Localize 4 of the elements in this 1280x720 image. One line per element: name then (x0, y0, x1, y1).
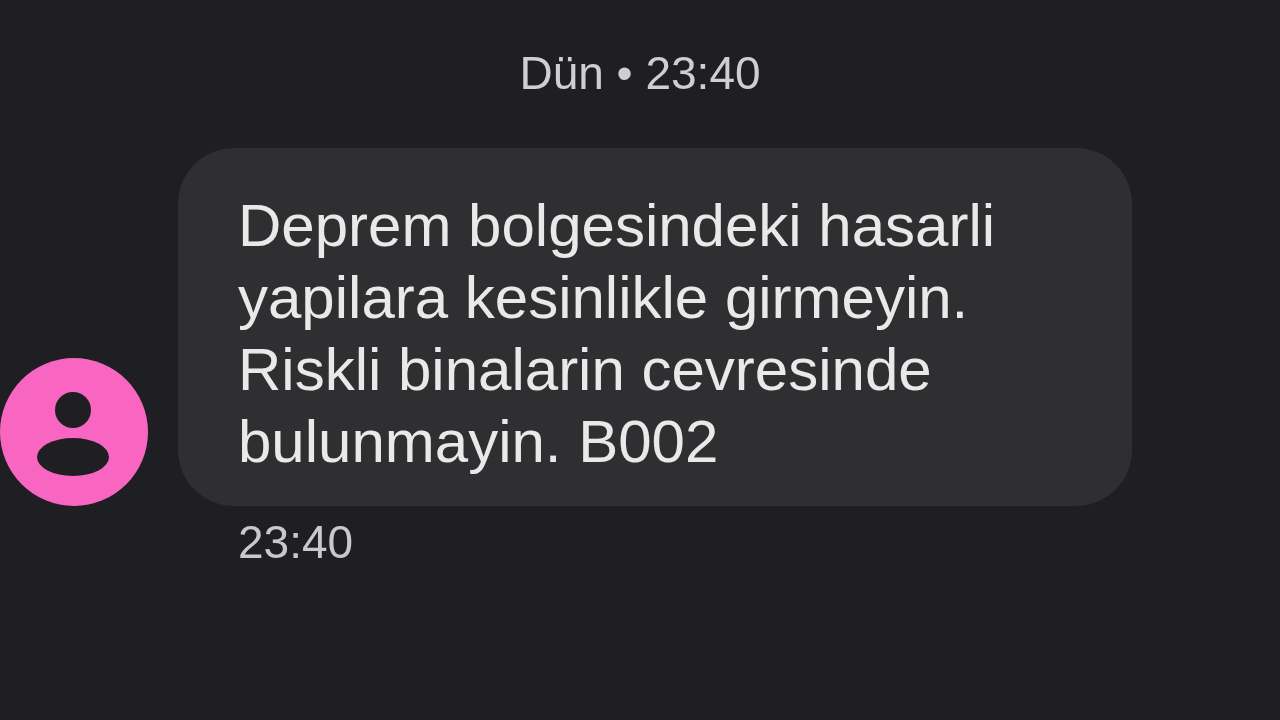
avatar-icon (0, 358, 148, 506)
message-text: Deprem bolgesindeki hasarli yapilara kesinlikle girmeyin. Riskli binalarin cevresinde bulunmayin. B002 (238, 191, 997, 477)
date-header: Dün • 23:40 (519, 46, 761, 101)
message-time: 23:40 (238, 515, 354, 570)
